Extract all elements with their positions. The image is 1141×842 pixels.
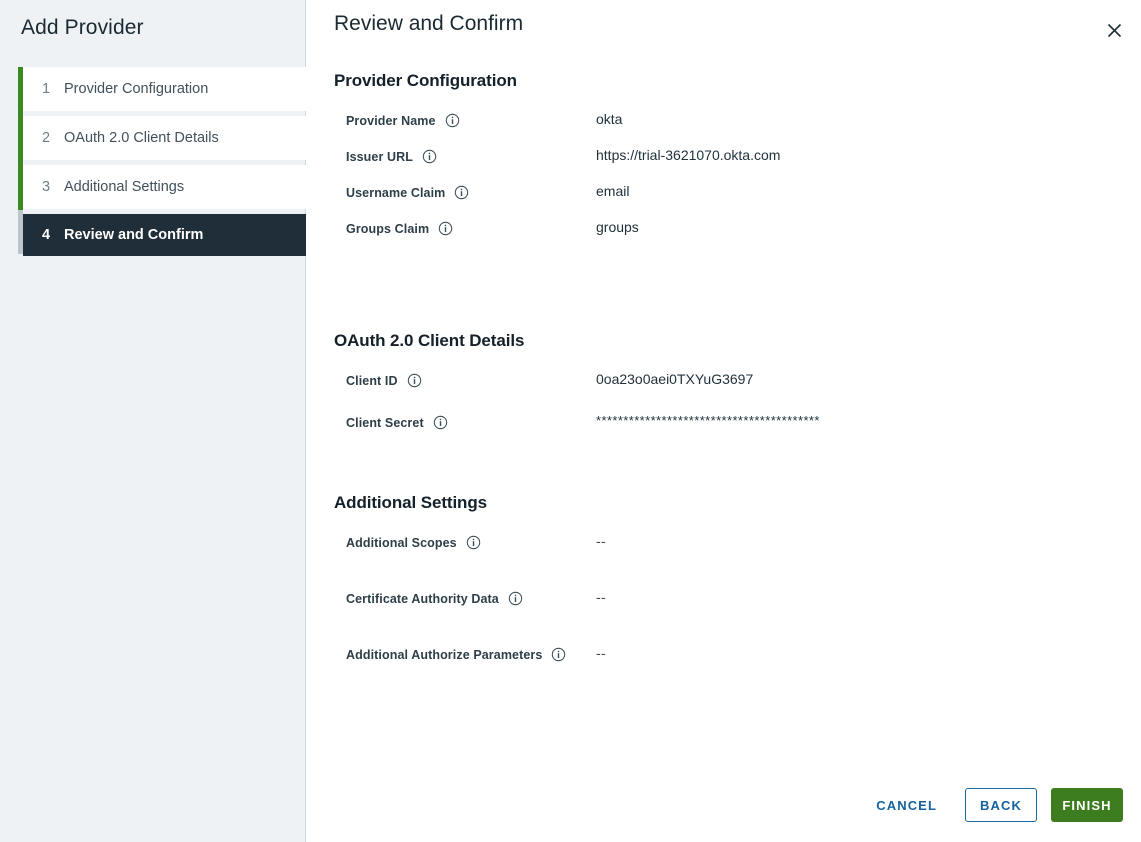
row-label-group: Client Secret (334, 413, 596, 430)
field-label: Client Secret (346, 415, 424, 430)
section-additional-settings: Additional Settings Additional Scopes -- (334, 493, 1124, 676)
step-number: 1 (42, 81, 51, 97)
close-button[interactable] (1099, 15, 1129, 45)
info-icon-glyph (508, 591, 523, 606)
field-label: Client ID (346, 373, 398, 388)
row-provider-name: Provider Name okta (334, 111, 1124, 128)
add-provider-wizard: Add Provider 1 Provider Configuration 2 … (0, 0, 1141, 842)
field-value: 0oa23o0aei0TXYuG3697 (596, 371, 754, 387)
info-icon[interactable] (445, 113, 460, 128)
wizard-footer: CANCEL BACK FINISH (862, 788, 1123, 822)
field-label: Certificate Authority Data (346, 591, 499, 606)
step-label: OAuth 2.0 Client Details (64, 130, 219, 146)
section-provider-configuration: Provider Configuration Provider Name okt… (334, 71, 1124, 250)
step-number: 2 (42, 130, 51, 146)
field-value: -- (596, 533, 606, 549)
section-heading: Additional Settings (334, 493, 487, 512)
field-value: -- (596, 645, 606, 661)
cancel-button[interactable]: CANCEL (862, 788, 951, 822)
wizard-main-pane: Review and Confirm Provider Configuratio… (306, 0, 1141, 842)
finish-button[interactable]: FINISH (1051, 788, 1123, 822)
field-label: Groups Claim (346, 221, 430, 236)
field-label: Additional Authorize Parameters (346, 647, 543, 662)
info-icon[interactable] (422, 149, 437, 164)
row-label-group: Additional Authorize Parameters (334, 645, 596, 662)
page-title: Review and Confirm (334, 12, 524, 35)
field-value: okta (596, 111, 623, 127)
step-label: Additional Settings (64, 179, 185, 195)
row-label-group: Groups Claim (334, 219, 596, 236)
info-icon-glyph (445, 113, 459, 128)
sidebar-step-provider-configuration[interactable]: 1 Provider Configuration (23, 67, 306, 111)
info-icon[interactable] (407, 373, 422, 388)
row-label-group: Additional Scopes (334, 533, 596, 550)
step-label: Provider Configuration (64, 81, 209, 97)
section-oauth-client-details: OAuth 2.0 Client Details Client ID 0oa23… (334, 331, 1124, 444)
field-label: Additional Scopes (346, 535, 457, 550)
field-value: https://trial-3621070.okta.com (596, 147, 781, 163)
section-heading: OAuth 2.0 Client Details (334, 331, 525, 350)
row-label-group: Username Claim (334, 183, 596, 200)
info-icon[interactable] (508, 591, 523, 606)
row-label-group: Provider Name (334, 111, 596, 128)
row-label-group: Issuer URL (334, 147, 596, 164)
info-icon-glyph (407, 373, 421, 388)
sidebar-step-oauth-client-details[interactable]: 2 OAuth 2.0 Client Details (23, 116, 306, 160)
step-label: Review and Confirm (64, 227, 204, 243)
field-value: email (596, 183, 630, 199)
sidebar-step-additional-settings[interactable]: 3 Additional Settings (23, 165, 306, 209)
row-label-group: Client ID (334, 371, 596, 388)
wizard-sidebar: Add Provider 1 Provider Configuration 2 … (0, 0, 306, 842)
info-icon-glyph (455, 185, 469, 200)
sidebar-step-review-and-confirm[interactable]: 4 Review and Confirm (23, 214, 306, 256)
row-certificate-authority-data: Certificate Authority Data -- (334, 589, 1124, 606)
info-icon-glyph (438, 221, 453, 236)
row-username-claim: Username Claim email (334, 183, 1124, 200)
info-icon-glyph (552, 647, 566, 662)
field-value: -- (596, 589, 606, 605)
step-number: 4 (42, 227, 51, 243)
back-button[interactable]: BACK (965, 788, 1037, 822)
section-heading: Provider Configuration (334, 71, 517, 90)
row-client-id: Client ID 0oa23o0aei0TXYuG3697 (334, 371, 1124, 388)
info-icon[interactable] (433, 415, 448, 430)
info-icon[interactable] (454, 185, 469, 200)
info-icon-glyph (466, 535, 480, 550)
row-label-group: Certificate Authority Data (334, 589, 596, 606)
field-value-masked: ****************************************… (596, 413, 820, 428)
sidebar-title: Add Provider (21, 16, 144, 39)
field-label: Provider Name (346, 113, 436, 128)
row-client-secret: Client Secret **************************… (334, 413, 1124, 430)
row-additional-authorize-parameters: Additional Authorize Parameters -- (334, 645, 1124, 662)
info-icon[interactable] (438, 221, 453, 236)
step-number: 3 (42, 179, 51, 195)
info-icon[interactable] (466, 535, 481, 550)
row-additional-scopes: Additional Scopes -- (334, 533, 1124, 550)
info-icon[interactable] (551, 647, 566, 662)
field-label: Username Claim (346, 185, 446, 200)
field-value: groups (596, 219, 639, 235)
close-icon (1107, 23, 1121, 37)
wizard-step-list: 1 Provider Configuration 2 OAuth 2.0 Cli… (18, 67, 306, 261)
info-icon-glyph (422, 149, 437, 164)
info-icon-glyph (433, 415, 447, 430)
field-label: Issuer URL (346, 149, 413, 164)
row-groups-claim: Groups Claim groups (334, 219, 1124, 236)
row-issuer-url: Issuer URL https://trial-3621070.okta.co… (334, 147, 1124, 164)
